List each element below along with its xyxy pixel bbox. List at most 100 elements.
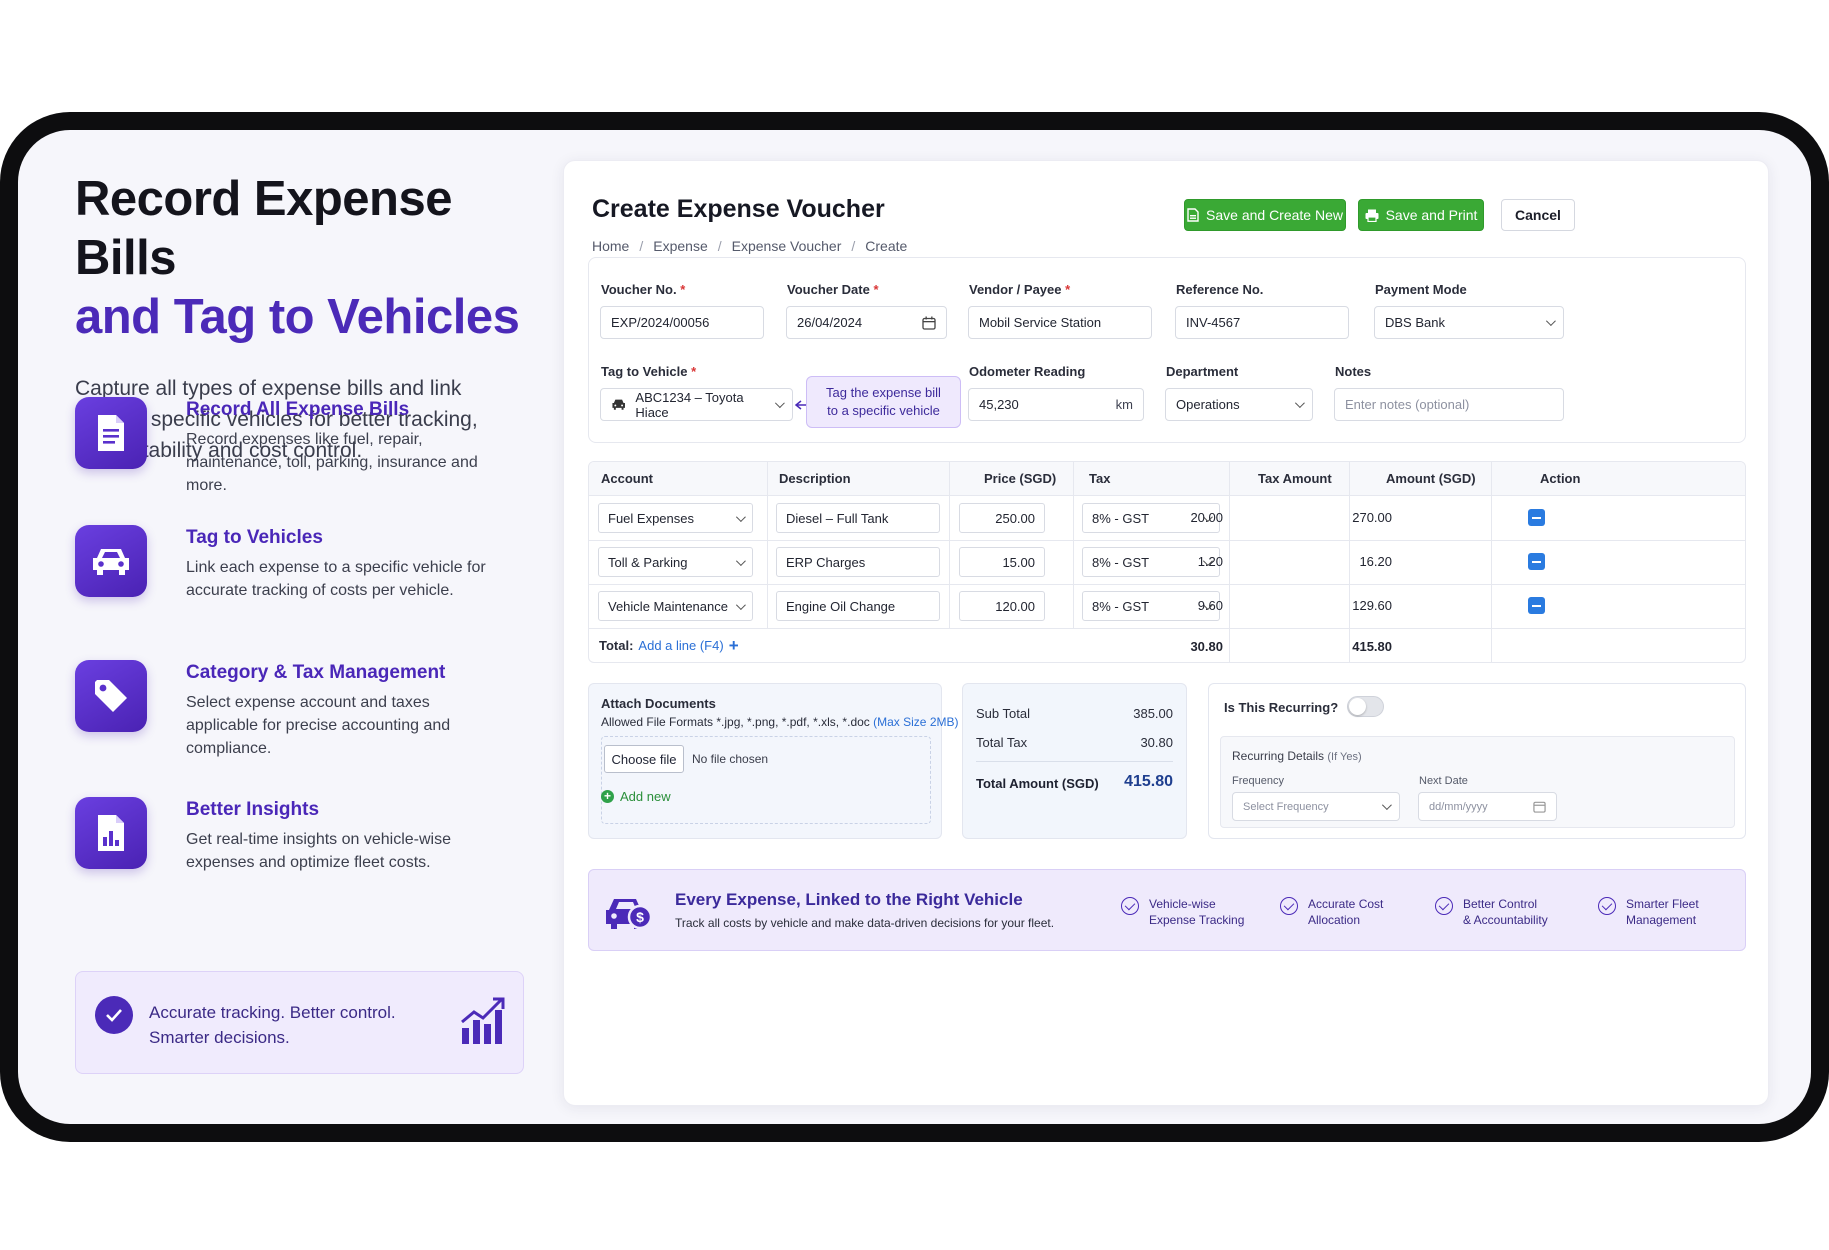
total-tax-value: 30.80	[1140, 735, 1173, 750]
price-input[interactable]: 250.00	[959, 503, 1045, 533]
banner-item-tracking: Vehicle-wise Expense Tracking	[1121, 896, 1244, 928]
page-title: Create Expense Voucher	[592, 195, 885, 223]
chevron-down-icon	[775, 398, 785, 408]
description-input[interactable]: Engine Oil Change	[776, 591, 940, 621]
breadcrumb: Home / Expense / Expense Voucher / Create	[592, 238, 908, 254]
frequency-select[interactable]: Select Frequency	[1232, 792, 1400, 821]
grand-total-value: 415.80	[1124, 773, 1173, 790]
account-select[interactable]: Vehicle Maintenance	[598, 591, 753, 621]
breadcrumb-expense-voucher[interactable]: Expense Voucher	[732, 238, 842, 254]
notes-label: Notes	[1335, 364, 1372, 379]
check-circle-icon	[1121, 897, 1139, 915]
odometer-input[interactable]: 45,230 km	[968, 388, 1144, 421]
banner-item-control: Better Control & Accountability	[1435, 896, 1548, 928]
voucher-date-input[interactable]: 26/04/2024	[786, 306, 947, 339]
plus-icon[interactable]: +	[729, 637, 739, 654]
vehicle-tooltip: Tag the expense bill to a specific vehicl…	[806, 376, 961, 428]
add-new-link[interactable]: + Add new	[601, 789, 671, 804]
department-label: Department	[1166, 364, 1239, 379]
save-and-print-button[interactable]: Save and Print	[1358, 199, 1484, 231]
feature-insights: Better Insights Get real-time insights o…	[75, 797, 545, 887]
col-price: Price (SGD)	[984, 462, 1057, 495]
save-and-create-new-button[interactable]: Save and Create New	[1184, 199, 1346, 231]
document-icon	[75, 397, 147, 469]
accent-text: Accurate tracking. Better control. Smart…	[149, 1003, 396, 1047]
drop-zone[interactable]: Choose file No file chosen + Add new	[601, 736, 931, 824]
notes-input[interactable]: Enter notes (optional)	[1334, 388, 1564, 421]
banner-item-allocation: Accurate Cost Allocation	[1280, 896, 1383, 928]
recurring-section: Is This Recurring? Recurring Details (If…	[1208, 683, 1746, 839]
col-tax-amount: Tax Amount	[1258, 462, 1332, 495]
department-select[interactable]: Operations	[1165, 388, 1313, 421]
save-doc-icon	[1187, 208, 1199, 222]
description-input[interactable]: ERP Charges	[776, 547, 940, 577]
recurring-toggle[interactable]	[1347, 696, 1384, 717]
check-circle-icon	[95, 996, 133, 1034]
feature-category-tax: Category & Tax Management Select expense…	[75, 660, 545, 757]
svg-text:$: $	[636, 909, 644, 925]
plus-circle-icon: +	[601, 790, 614, 803]
col-action: Action	[1540, 462, 1581, 495]
growth-chart-icon	[459, 996, 507, 1051]
breadcrumb-home[interactable]: Home	[592, 238, 629, 254]
file-status: No file chosen	[692, 752, 769, 766]
reference-label: Reference No.	[1176, 282, 1264, 297]
price-input[interactable]: 15.00	[959, 547, 1045, 577]
feature-title: Tag to Vehicles	[186, 527, 323, 548]
account-select[interactable]: Fuel Expenses	[598, 503, 753, 533]
tax-amount: 1.20	[1197, 554, 1223, 569]
remove-line-icon[interactable]	[1528, 553, 1545, 570]
feature-desc: Get real-time insights on vehicle-wise e…	[186, 831, 451, 871]
choose-file-button[interactable]: Choose file	[604, 745, 684, 773]
expense-voucher-card: Create Expense Voucher Home / Expense / Ex…	[563, 160, 1769, 1106]
voucher-details-section: Voucher No. * EXP/2024/00056 Voucher Dat…	[588, 257, 1746, 443]
feature-desc: Link each expense to a specific vehicle …	[186, 559, 486, 599]
chevron-down-icon	[1381, 800, 1392, 811]
car-icon	[75, 525, 147, 597]
banner-item-fleet: Smarter Fleet Management	[1598, 896, 1699, 928]
next-date-input[interactable]: dd/mm/yyyy	[1418, 792, 1557, 821]
calendar-icon[interactable]	[922, 316, 936, 330]
line-amount: 129.60	[1352, 598, 1392, 613]
car-icon	[612, 399, 625, 410]
breadcrumb-create: Create	[865, 238, 908, 254]
breadcrumb-expense[interactable]: Expense	[653, 238, 707, 254]
feature-tag-vehicles: Tag to Vehicles Link each expense to a s…	[75, 525, 545, 615]
tax-amount: 9.60	[1197, 598, 1223, 613]
odometer-label: Odometer Reading	[969, 364, 1086, 379]
account-select[interactable]: Toll & Parking	[598, 547, 753, 577]
accent-box: Accurate tracking. Better control. Smart…	[75, 971, 524, 1074]
vehicle-label: Tag to Vehicle *	[601, 364, 697, 379]
feature-title: Record All Expense Bills	[186, 399, 410, 420]
vendor-label: Vendor / Payee *	[969, 282, 1071, 297]
add-line-link[interactable]: Add a line (F4)	[638, 638, 723, 653]
tag-icon	[75, 660, 147, 732]
col-tax: Tax	[1089, 462, 1111, 495]
price-input[interactable]: 120.00	[959, 591, 1045, 621]
recurring-details-panel: Recurring Details (If Yes) Frequency Sel…	[1220, 736, 1735, 828]
vehicle-select[interactable]: ABC1234 – Toyota Hiace	[600, 388, 793, 421]
report-icon	[75, 797, 147, 869]
reference-input[interactable]: INV-4567	[1175, 306, 1349, 339]
payment-mode-select[interactable]: DBS Bank	[1374, 306, 1564, 339]
chevron-down-icon	[1294, 398, 1305, 409]
vehicle-expense-banner: $ Every Expense, Linked to the Right Veh…	[588, 869, 1746, 951]
hero-title-line1: Record Expense Bills	[75, 172, 453, 285]
total-tax-amount: 30.80	[1190, 639, 1223, 654]
remove-line-icon[interactable]	[1528, 509, 1545, 526]
description-input[interactable]: Diesel – Full Tank	[776, 503, 940, 533]
cancel-button[interactable]: Cancel	[1501, 199, 1575, 231]
feature-desc: Record expenses like fuel, repair, maint…	[186, 431, 478, 494]
remove-line-icon[interactable]	[1528, 597, 1545, 614]
attach-documents-section: Attach Documents Allowed File Formats *.…	[588, 683, 959, 839]
chevron-down-icon	[735, 555, 746, 566]
calendar-icon[interactable]	[1533, 800, 1546, 813]
voucher-no-input[interactable]: EXP/2024/00056	[600, 306, 764, 339]
line-amount: 270.00	[1352, 510, 1392, 525]
payment-mode-label: Payment Mode	[1375, 282, 1467, 297]
line-amount: 16.20	[1359, 554, 1392, 569]
vendor-input[interactable]: Mobil Service Station	[968, 306, 1152, 339]
screen: Record Expense Bills and Tag to Vehicles…	[18, 130, 1811, 1124]
feature-title: Category & Tax Management	[186, 662, 446, 683]
car-dollar-icon: $	[606, 899, 653, 930]
